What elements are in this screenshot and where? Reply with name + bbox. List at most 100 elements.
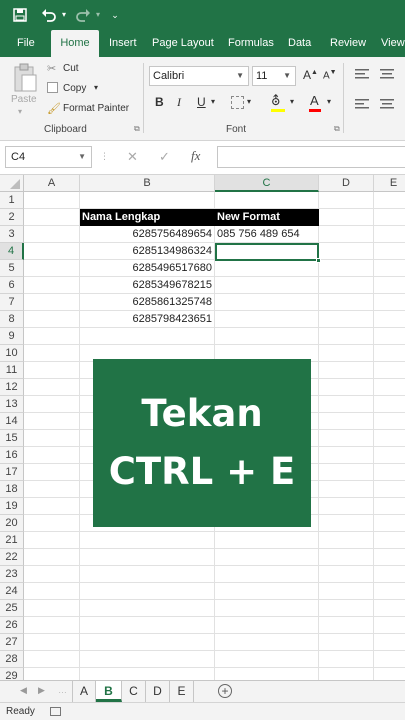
row-header[interactable]: 6 <box>0 277 24 294</box>
row-header[interactable]: 18 <box>0 481 24 498</box>
cell-c2[interactable]: New Format <box>215 209 319 226</box>
tab-data[interactable]: Data <box>288 30 311 57</box>
italic-button[interactable]: I <box>177 95 181 110</box>
row-header[interactable]: 29 <box>0 668 24 680</box>
row-header[interactable]: 7 <box>0 294 24 311</box>
fill-color-icon[interactable]: ⛢ <box>271 93 281 109</box>
row-header[interactable]: 1 <box>0 192 24 209</box>
sheet-tab-c[interactable]: C <box>122 681 146 702</box>
cut-icon[interactable]: ✂ <box>47 62 56 75</box>
row-header[interactable]: 20 <box>0 515 24 532</box>
next-sheet-icon[interactable]: ▶ <box>38 685 45 696</box>
row-header[interactable]: 2 <box>0 209 24 226</box>
font-name-select[interactable]: Calibri ▼ <box>149 66 249 86</box>
font-color-button[interactable]: A <box>310 93 319 108</box>
format-painter-icon[interactable]: 🖌 <box>47 102 61 115</box>
borders-dropdown-icon[interactable]: ▾ <box>247 97 251 106</box>
name-box[interactable]: C4 ▼ <box>5 146 92 168</box>
cell-b5[interactable]: 6285496517680 <box>80 260 214 277</box>
row-header[interactable]: 22 <box>0 549 24 566</box>
cell-c3[interactable]: 085 756 489 654 <box>215 226 319 243</box>
align-top-icon[interactable] <box>355 69 369 82</box>
sheet-tab-e[interactable]: E <box>170 681 194 702</box>
cell-b7[interactable]: 6285861325748 <box>80 294 214 311</box>
tab-formulas[interactable]: Formulas <box>228 30 274 57</box>
row-header[interactable]: 9 <box>0 328 24 345</box>
column-header-b[interactable]: B <box>80 175 215 192</box>
shrink-font-button[interactable]: A▼ <box>323 69 337 81</box>
row-header[interactable]: 21 <box>0 532 24 549</box>
copy-dropdown-icon[interactable]: ▾ <box>94 83 98 92</box>
column-header-c[interactable]: C <box>215 175 319 192</box>
redo-icon[interactable] <box>74 6 92 24</box>
row-header[interactable]: 3 <box>0 226 24 243</box>
paste-dropdown-icon[interactable]: ▾ <box>18 107 22 116</box>
column-header-a[interactable]: A <box>24 175 80 192</box>
row-header[interactable]: 23 <box>0 566 24 583</box>
row-header[interactable]: 8 <box>0 311 24 328</box>
align-left-icon[interactable] <box>355 99 369 112</box>
enter-icon[interactable]: ✓ <box>159 149 170 165</box>
row-header[interactable]: 16 <box>0 447 24 464</box>
align-center-icon[interactable] <box>380 99 394 112</box>
active-cell-c4[interactable] <box>215 243 321 263</box>
font-launcher-icon[interactable]: ⧉ <box>334 124 340 134</box>
undo-icon[interactable] <box>40 6 58 24</box>
customize-toolbar-icon[interactable]: ⌄ <box>110 6 120 24</box>
formula-input[interactable] <box>217 146 405 168</box>
font-size-select[interactable]: 11 ▼ <box>252 66 296 86</box>
fill-color-dropdown-icon[interactable]: ▾ <box>290 97 294 106</box>
paste-button[interactable]: Paste <box>11 94 37 105</box>
tab-file[interactable]: File <box>17 30 35 57</box>
row-header[interactable]: 14 <box>0 413 24 430</box>
underline-button[interactable]: U <box>197 95 206 109</box>
row-header[interactable]: 24 <box>0 583 24 600</box>
row-header[interactable]: 26 <box>0 617 24 634</box>
grow-font-button[interactable]: A▲ <box>303 68 318 82</box>
tab-home[interactable]: Home <box>51 30 99 57</box>
tab-page-layout[interactable]: Page Layout <box>152 30 214 57</box>
cut-button[interactable]: Cut <box>63 63 79 74</box>
save-icon[interactable] <box>12 6 28 24</box>
tab-insert[interactable]: Insert <box>109 30 137 57</box>
column-header-e[interactable]: E <box>374 175 405 192</box>
underline-dropdown-icon[interactable]: ▾ <box>211 97 215 106</box>
insert-function-icon[interactable]: fx <box>191 148 200 164</box>
row-header[interactable]: 27 <box>0 634 24 651</box>
sheet-more-icon[interactable]: … <box>58 685 67 695</box>
sheet-tab-d[interactable]: D <box>146 681 170 702</box>
row-header[interactable]: 28 <box>0 651 24 668</box>
sheet-tab-a[interactable]: A <box>72 681 96 702</box>
select-all-corner[interactable] <box>0 175 24 192</box>
tab-view[interactable]: View <box>381 30 405 57</box>
copy-button[interactable]: Copy <box>63 83 86 94</box>
sheet-tab-b[interactable]: B <box>96 681 122 702</box>
row-header[interactable]: 4 <box>0 243 24 260</box>
column-header-d[interactable]: D <box>319 175 374 192</box>
cell-b3[interactable]: 6285756489654 <box>80 226 214 243</box>
cell-b8[interactable]: 6285798423651 <box>80 311 214 328</box>
row-header[interactable]: 19 <box>0 498 24 515</box>
format-painter-button[interactable]: Format Painter <box>63 103 129 114</box>
more-options-icon[interactable]: ⋮ <box>100 151 109 162</box>
row-header[interactable]: 12 <box>0 379 24 396</box>
cell-b6[interactable]: 6285349678215 <box>80 277 214 294</box>
row-header[interactable]: 13 <box>0 396 24 413</box>
bold-button[interactable]: B <box>155 95 164 109</box>
borders-icon[interactable] <box>231 96 244 109</box>
row-header[interactable]: 15 <box>0 430 24 447</box>
row-header[interactable]: 25 <box>0 600 24 617</box>
tab-review[interactable]: Review <box>330 30 366 57</box>
row-header[interactable]: 17 <box>0 464 24 481</box>
row-header[interactable]: 11 <box>0 362 24 379</box>
row-header[interactable]: 10 <box>0 345 24 362</box>
align-middle-icon[interactable] <box>380 69 394 82</box>
prev-sheet-icon[interactable]: ◀ <box>20 685 27 696</box>
fill-handle[interactable] <box>316 258 321 263</box>
redo-dropdown-icon[interactable]: ▾ <box>94 6 102 24</box>
macro-record-icon[interactable] <box>50 707 61 716</box>
cell-b4[interactable]: 6285134986324 <box>80 243 214 260</box>
row-header[interactable]: 5 <box>0 260 24 277</box>
add-sheet-icon[interactable]: + <box>218 684 232 698</box>
cancel-icon[interactable]: ✕ <box>127 149 138 165</box>
